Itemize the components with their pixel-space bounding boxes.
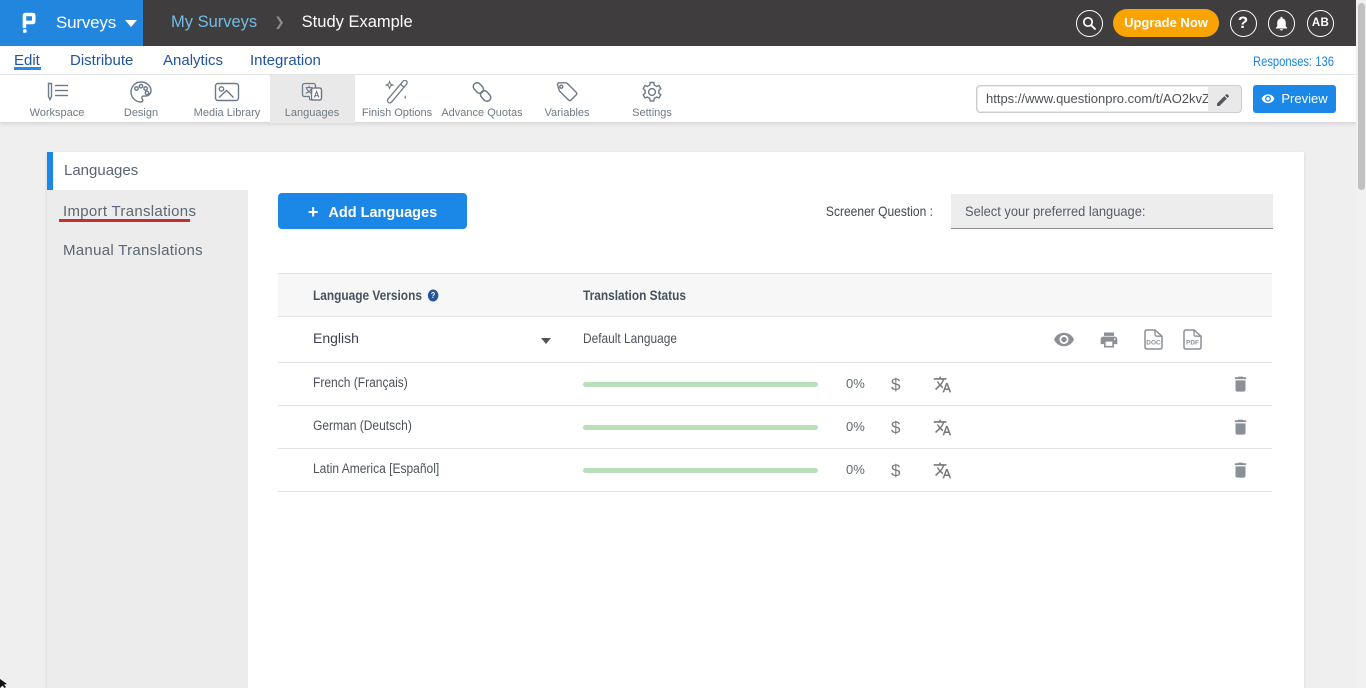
svg-text:PDF: PDF (1186, 340, 1199, 347)
svg-text:DOC: DOC (1146, 340, 1161, 347)
svg-text:?: ? (431, 290, 436, 300)
